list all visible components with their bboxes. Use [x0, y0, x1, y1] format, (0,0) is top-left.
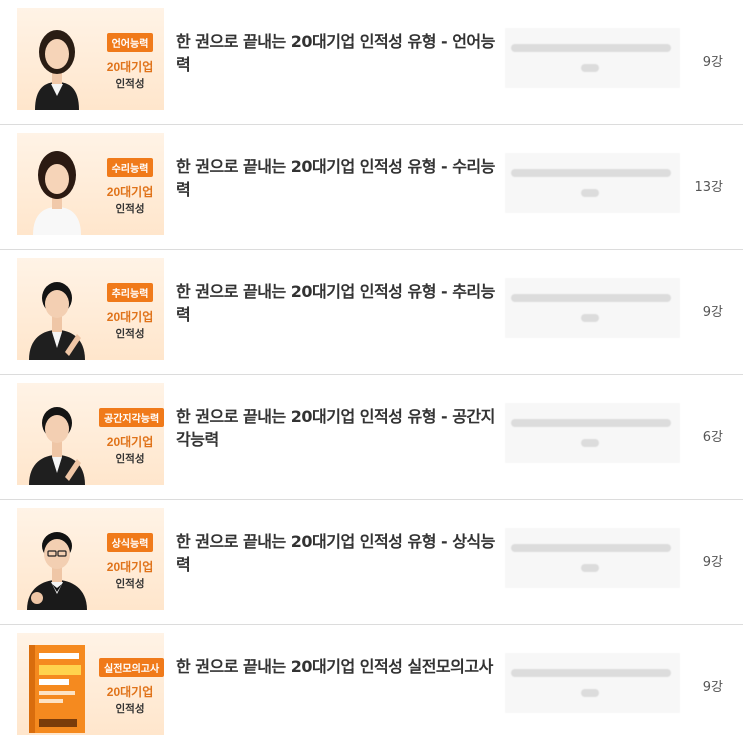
instructor-photo: [29, 282, 85, 360]
lesson-count: 9강: [702, 555, 723, 570]
course-list: 언어능력 20대기업 인적성 한 권으로 끝내는 20대기업 인적성 유형 - …: [0, 0, 743, 750]
category-tag: 추리능력: [106, 283, 154, 302]
course-row[interactable]: 상식능력 20대기업 인적성 한 권으로 끝내는 20대기업 인적성 유형 - …: [0, 500, 743, 625]
lesson-count: 13강: [694, 180, 723, 195]
course-thumbnail[interactable]: 추리능력 20대기업 인적성: [17, 258, 164, 360]
brand-subline: 인적성: [115, 203, 145, 215]
lesson-count: 9강: [702, 55, 723, 70]
course-row[interactable]: 수리능력 20대기업 인적성 한 권으로 끝내는 20대기업 인적성 유형 - …: [0, 125, 743, 250]
course-period-blurred: [505, 403, 680, 463]
thumbnail-label: 추리능력 20대기업 인적성: [99, 282, 161, 341]
course-title[interactable]: 한 권으로 끝내는 20대기업 인적성 유형 - 언어능력: [176, 30, 496, 76]
thumbnail-label: 상식능력 20대기업 인적성: [99, 532, 161, 591]
brand-subline: 인적성: [115, 453, 145, 465]
course-title[interactable]: 한 권으로 끝내는 20대기업 인적성 유형 - 공간지각능력: [176, 405, 496, 451]
course-row[interactable]: 추리능력 20대기업 인적성 한 권으로 끝내는 20대기업 인적성 유형 - …: [0, 250, 743, 375]
brand-line: 20대기업: [106, 60, 154, 74]
course-thumbnail[interactable]: 상식능력 20대기업 인적성: [17, 508, 164, 610]
course-period-blurred: [505, 653, 680, 713]
brand-line: 20대기업: [106, 560, 154, 574]
course-thumbnail[interactable]: 수리능력 20대기업 인적성: [17, 133, 164, 235]
instructor-photo: [33, 151, 81, 235]
brand-line: 20대기업: [106, 435, 154, 449]
thumbnail-label: 공간지각능력 20대기업 인적성: [99, 407, 164, 466]
course-period-blurred: [505, 278, 680, 338]
category-tag: 공간지각능력: [99, 408, 164, 427]
instructor-photo: [35, 30, 79, 110]
thumbnail-label: 실전모의고사 20대기업 인적성: [99, 657, 164, 716]
category-tag: 상식능력: [106, 533, 154, 552]
course-title[interactable]: 한 권으로 끝내는 20대기업 인적성 유형 - 상식능력: [176, 530, 496, 576]
category-tag: 언어능력: [106, 33, 154, 52]
thumbnail-label: 수리능력 20대기업 인적성: [99, 157, 161, 216]
brand-subline: 인적성: [115, 578, 145, 590]
category-tag: 실전모의고사: [99, 658, 164, 677]
course-thumbnail[interactable]: 공간지각능력 20대기업 인적성: [17, 383, 164, 485]
thumbnail-label: 언어능력 20대기업 인적성: [99, 32, 161, 91]
brand-line: 20대기업: [106, 310, 154, 324]
lesson-count: 9강: [702, 305, 723, 320]
category-tag: 수리능력: [106, 158, 154, 177]
course-period-blurred: [505, 153, 680, 213]
course-thumbnail[interactable]: 언어능력 20대기업 인적성: [17, 8, 164, 110]
brand-subline: 인적성: [115, 328, 145, 340]
lesson-count: 9강: [702, 680, 723, 695]
course-thumbnail[interactable]: 실전모의고사 20대기업 인적성: [17, 633, 164, 735]
course-period-blurred: [505, 28, 680, 88]
instructor-photo: [27, 532, 87, 610]
brand-line: 20대기업: [106, 185, 154, 199]
course-period-blurred: [505, 528, 680, 588]
course-row[interactable]: 공간지각능력 20대기업 인적성 한 권으로 끝내는 20대기업 인적성 유형 …: [0, 375, 743, 500]
instructor-photo: [29, 407, 85, 485]
brand-subline: 인적성: [115, 703, 145, 715]
book-cover-image: [29, 645, 85, 733]
course-title[interactable]: 한 권으로 끝내는 20대기업 인적성 유형 - 수리능력: [176, 155, 496, 201]
lesson-count: 6강: [702, 430, 723, 445]
course-title[interactable]: 한 권으로 끝내는 20대기업 인적성 실전모의고사: [176, 655, 496, 678]
course-title[interactable]: 한 권으로 끝내는 20대기업 인적성 유형 - 추리능력: [176, 280, 496, 326]
brand-subline: 인적성: [115, 78, 145, 90]
course-row[interactable]: 실전모의고사 20대기업 인적성 한 권으로 끝내는 20대기업 인적성 실전모…: [0, 625, 743, 750]
brand-line: 20대기업: [106, 685, 154, 699]
course-row[interactable]: 언어능력 20대기업 인적성 한 권으로 끝내는 20대기업 인적성 유형 - …: [0, 0, 743, 125]
